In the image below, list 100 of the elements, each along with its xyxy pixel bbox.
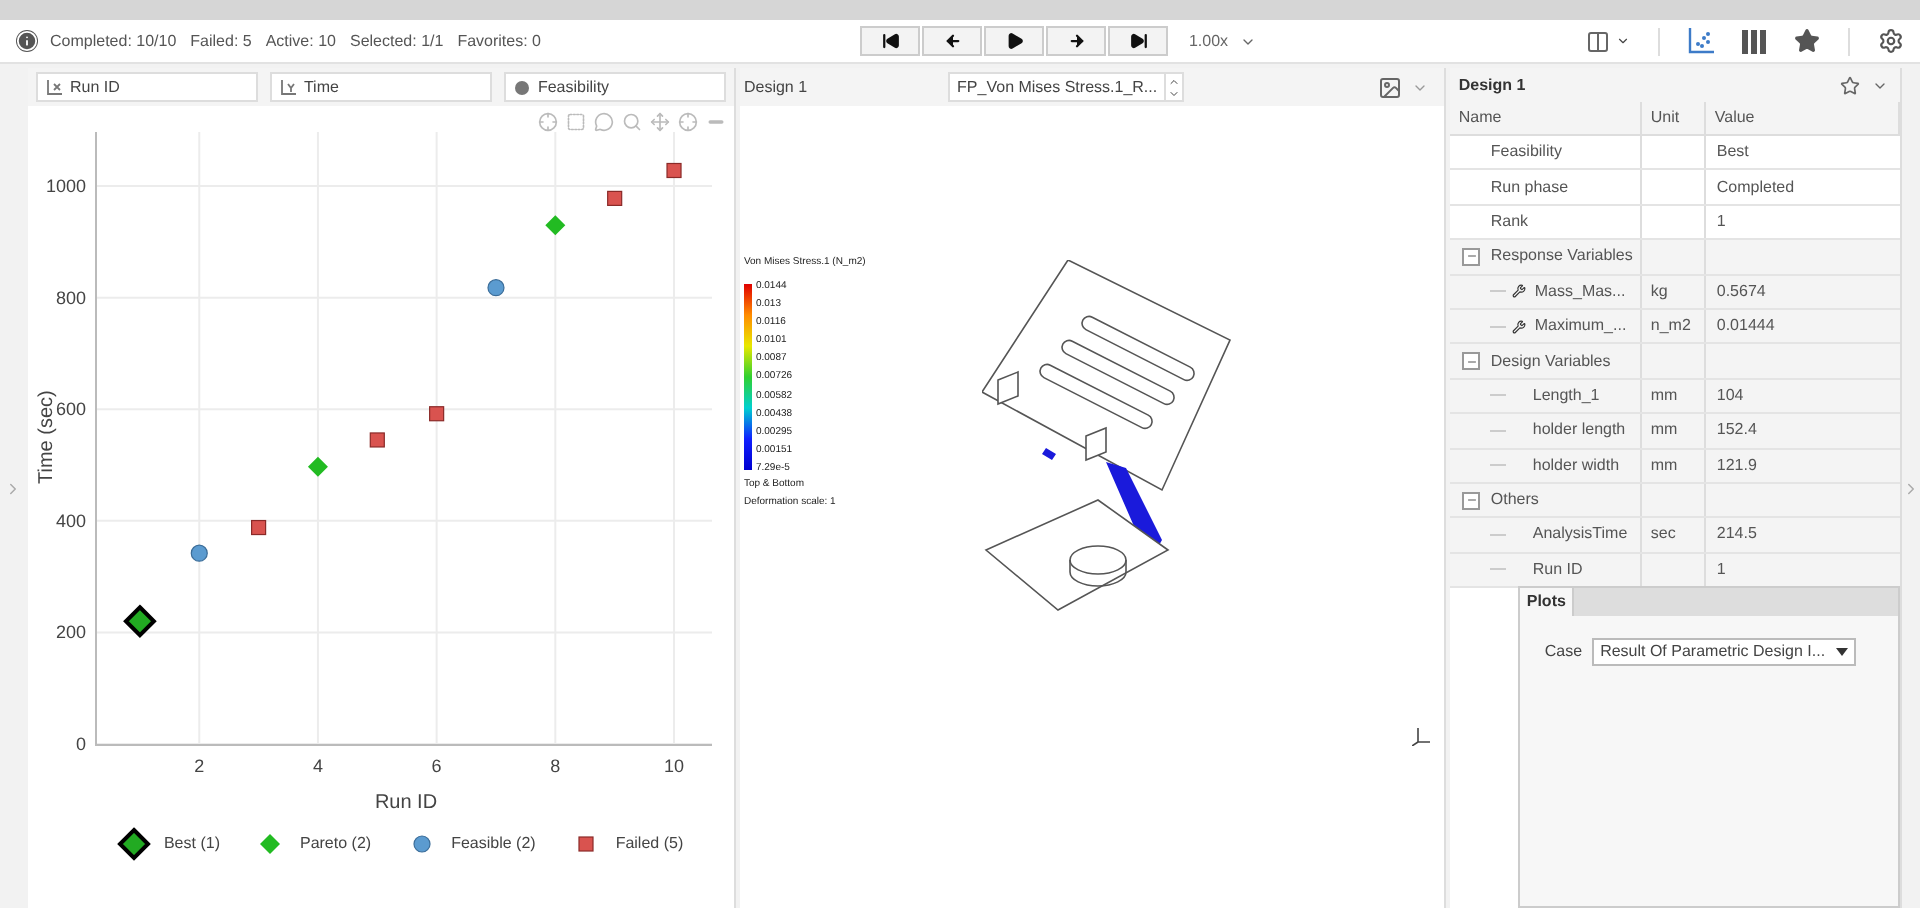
collapse-toggle[interactable] bbox=[1462, 247, 1481, 266]
value-cell: 214.5 bbox=[1716, 522, 1757, 547]
spinner-down-icon[interactable] bbox=[1167, 87, 1180, 99]
wrench-icon bbox=[1512, 284, 1527, 299]
settings-icon[interactable] bbox=[1878, 28, 1904, 54]
spinner-up-icon[interactable] bbox=[1167, 75, 1180, 87]
axis-field[interactable]: Time bbox=[269, 72, 492, 102]
case-label: Case bbox=[1544, 640, 1583, 664]
image-icon[interactable] bbox=[1378, 75, 1403, 99]
play-icon bbox=[1005, 32, 1024, 50]
minus-icon bbox=[1465, 250, 1478, 263]
value-cell: Best bbox=[1716, 140, 1749, 165]
y-tick-label: 0 bbox=[75, 734, 86, 754]
palette-icon bbox=[513, 79, 530, 95]
value-cell: 1 bbox=[1716, 557, 1726, 582]
y-tick-label: 200 bbox=[55, 622, 86, 643]
status-text: Active: 10 bbox=[265, 29, 336, 53]
axis-triad-icon bbox=[1411, 726, 1432, 746]
axis-field[interactable]: Run ID bbox=[35, 72, 258, 102]
arrow-left-button[interactable] bbox=[922, 26, 983, 56]
skip-back-button[interactable] bbox=[860, 26, 921, 56]
property-name: Run phase bbox=[1490, 175, 1569, 200]
value-cell: 104 bbox=[1716, 383, 1744, 408]
unit-cell: sec bbox=[1650, 522, 1676, 547]
value-cell: 121.9 bbox=[1716, 453, 1757, 478]
layout-icon[interactable] bbox=[1586, 29, 1610, 53]
property-name: holder width bbox=[1532, 453, 1620, 478]
unit-cell: n_m2 bbox=[1650, 314, 1691, 339]
column-header: Value bbox=[1714, 106, 1755, 130]
value-cell: Completed bbox=[1716, 175, 1795, 200]
minus-icon bbox=[1465, 494, 1478, 507]
play-button[interactable] bbox=[984, 26, 1045, 56]
status-text: Selected: 1/1 bbox=[349, 29, 444, 53]
x-tick-label: 4 bbox=[312, 756, 323, 776]
value-cell: 1 bbox=[1716, 209, 1726, 234]
x-tick-label: 8 bbox=[550, 756, 561, 776]
property-name: holder length bbox=[1532, 418, 1626, 443]
group-name: Others bbox=[1490, 488, 1539, 513]
y-tick-label: 600 bbox=[55, 399, 86, 420]
x-tick-label: 6 bbox=[431, 756, 442, 776]
speed-dropdown[interactable]: 1.00x bbox=[1188, 29, 1257, 53]
property-name: Run ID bbox=[1532, 557, 1583, 582]
case-dropdown[interactable]: Result Of Parametric Design I... bbox=[1592, 638, 1857, 666]
status-text: Favorites: 0 bbox=[457, 29, 541, 53]
legend-label: Feasible (2) bbox=[451, 832, 536, 856]
y-axis-title: Time (sec) bbox=[35, 390, 58, 484]
collapse-toggle[interactable] bbox=[1462, 491, 1481, 510]
favorite-star-icon[interactable] bbox=[1840, 75, 1860, 95]
unit-cell: mm bbox=[1650, 453, 1678, 478]
y-axis-icon bbox=[279, 79, 296, 95]
y-tick-label: 1000 bbox=[45, 176, 86, 197]
arrow-right-icon bbox=[1067, 32, 1086, 50]
collapse-toggle[interactable] bbox=[1462, 352, 1481, 371]
status-text: Completed: 10/10 bbox=[50, 29, 177, 53]
value-cell: 0.01444 bbox=[1716, 314, 1775, 339]
x-axis-icon bbox=[45, 79, 62, 95]
skip-back-icon bbox=[881, 32, 900, 50]
chevron-down-icon[interactable] bbox=[1616, 34, 1630, 48]
dropdown-arrow-icon bbox=[1836, 648, 1849, 656]
column-header: Unit bbox=[1650, 106, 1680, 130]
axis-field[interactable]: Feasibility bbox=[503, 72, 726, 102]
property-name: Maximum_... bbox=[1534, 314, 1627, 339]
y-tick-label: 400 bbox=[55, 510, 86, 531]
property-name: Rank bbox=[1490, 209, 1529, 234]
pan-icon[interactable] bbox=[649, 112, 670, 132]
scatter-plot-icon[interactable] bbox=[1688, 28, 1714, 54]
status-text: Failed: 5 bbox=[190, 29, 252, 53]
box-select-icon[interactable] bbox=[565, 112, 586, 132]
legend-label: Best (1) bbox=[163, 832, 220, 856]
skip-forward-button[interactable] bbox=[1108, 26, 1169, 56]
expand-right-icon[interactable] bbox=[1902, 479, 1920, 497]
columns-icon[interactable] bbox=[1742, 29, 1766, 53]
unit-cell: mm bbox=[1650, 383, 1678, 408]
zoom-icon[interactable] bbox=[621, 112, 642, 132]
info-icon bbox=[16, 30, 38, 52]
y-tick-label: 800 bbox=[55, 287, 86, 308]
plots-tab[interactable]: Plots bbox=[1520, 588, 1574, 616]
value-cell: 152.4 bbox=[1716, 418, 1757, 443]
column-header: Name bbox=[1458, 106, 1502, 130]
x-axis-title: Run ID bbox=[374, 792, 438, 814]
property-name: Feasibility bbox=[1490, 140, 1562, 165]
property-name: AnalysisTime bbox=[1532, 522, 1628, 547]
legend-label: Failed (5) bbox=[615, 832, 684, 856]
unit-cell: kg bbox=[1650, 279, 1668, 304]
view-title: Design 1 bbox=[743, 75, 808, 99]
property-name: Mass_Mas... bbox=[1534, 279, 1626, 304]
group-name: Design Variables bbox=[1490, 349, 1611, 374]
arrow-right-button[interactable] bbox=[1046, 26, 1107, 56]
star-icon[interactable] bbox=[1794, 28, 1820, 54]
arrow-left-icon bbox=[943, 32, 962, 50]
result-field[interactable]: FP_Von Mises Stress.1_R... bbox=[947, 72, 1184, 102]
skip-forward-icon bbox=[1129, 32, 1148, 50]
property-name: Length_1 bbox=[1532, 383, 1600, 408]
group-name: Response Variables bbox=[1490, 244, 1633, 269]
value-cell: 0.5674 bbox=[1716, 279, 1766, 304]
minus-icon bbox=[1465, 355, 1478, 368]
unit-cell: mm bbox=[1650, 418, 1678, 443]
details-title: Design 1 bbox=[1458, 73, 1526, 97]
x-tick-label: 2 bbox=[194, 756, 205, 776]
legend-label: Pareto (2) bbox=[299, 832, 372, 856]
